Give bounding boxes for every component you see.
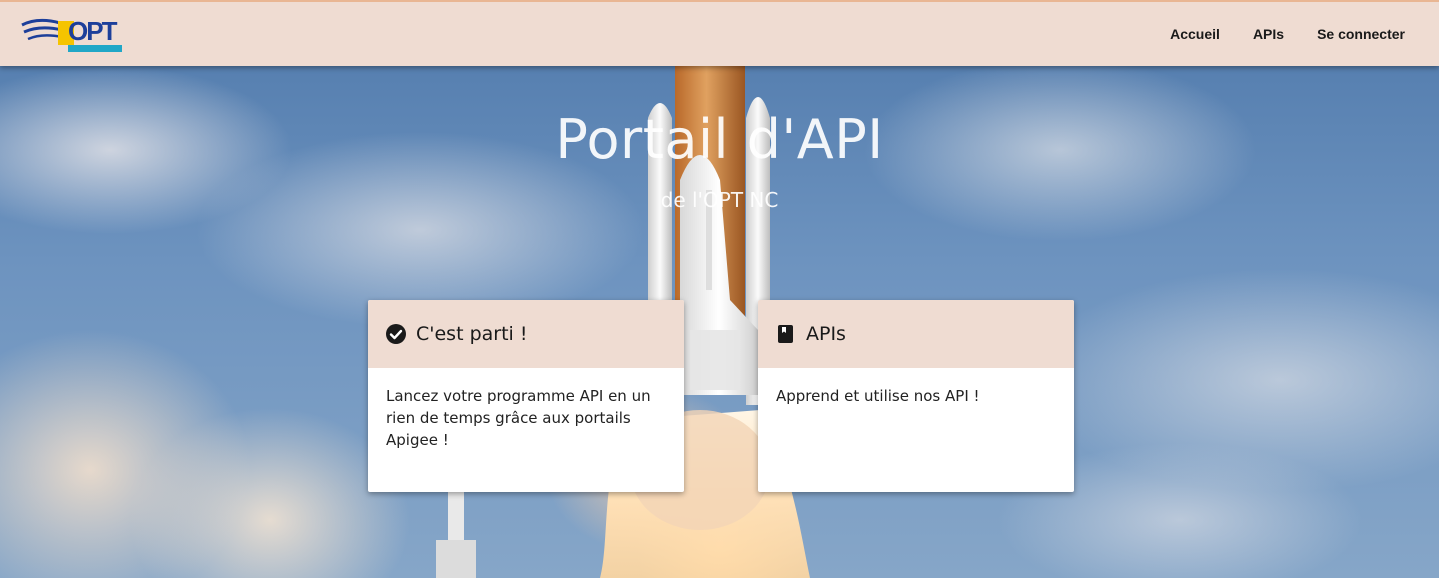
- card-header: APIs: [758, 300, 1074, 368]
- logo-text: OPT: [68, 16, 117, 46]
- check-circle-icon: [386, 324, 406, 344]
- hero-title: Portail d'API: [555, 108, 884, 171]
- space-shuttle-image: [436, 66, 810, 578]
- opt-logo[interactable]: OPT: [20, 16, 124, 57]
- nav-se-connecter[interactable]: Se connecter: [1317, 26, 1405, 42]
- card-title: C'est parti !: [416, 323, 528, 345]
- book-icon: [778, 325, 793, 343]
- card-header: C'est parti !: [368, 300, 684, 368]
- card-apis[interactable]: APIs Apprend et utilise nos API !: [758, 300, 1074, 492]
- card-get-started[interactable]: C'est parti ! Lancez votre programme API…: [368, 300, 684, 492]
- hero-subtitle: de l'OPT NC: [660, 188, 779, 212]
- main-nav: Accueil APIs Se connecter: [1137, 2, 1405, 66]
- nav-accueil[interactable]: Accueil: [1170, 26, 1220, 42]
- card-body: Lancez votre programme API en un rien de…: [386, 387, 651, 449]
- card-body: Apprend et utilise nos API !: [776, 387, 980, 405]
- card-title: APIs: [806, 323, 846, 345]
- page: OPT Accueil APIs Se connecter Portail d'…: [0, 0, 1439, 578]
- top-navbar: OPT Accueil APIs Se connecter: [0, 0, 1439, 66]
- nav-apis[interactable]: APIs: [1253, 26, 1284, 42]
